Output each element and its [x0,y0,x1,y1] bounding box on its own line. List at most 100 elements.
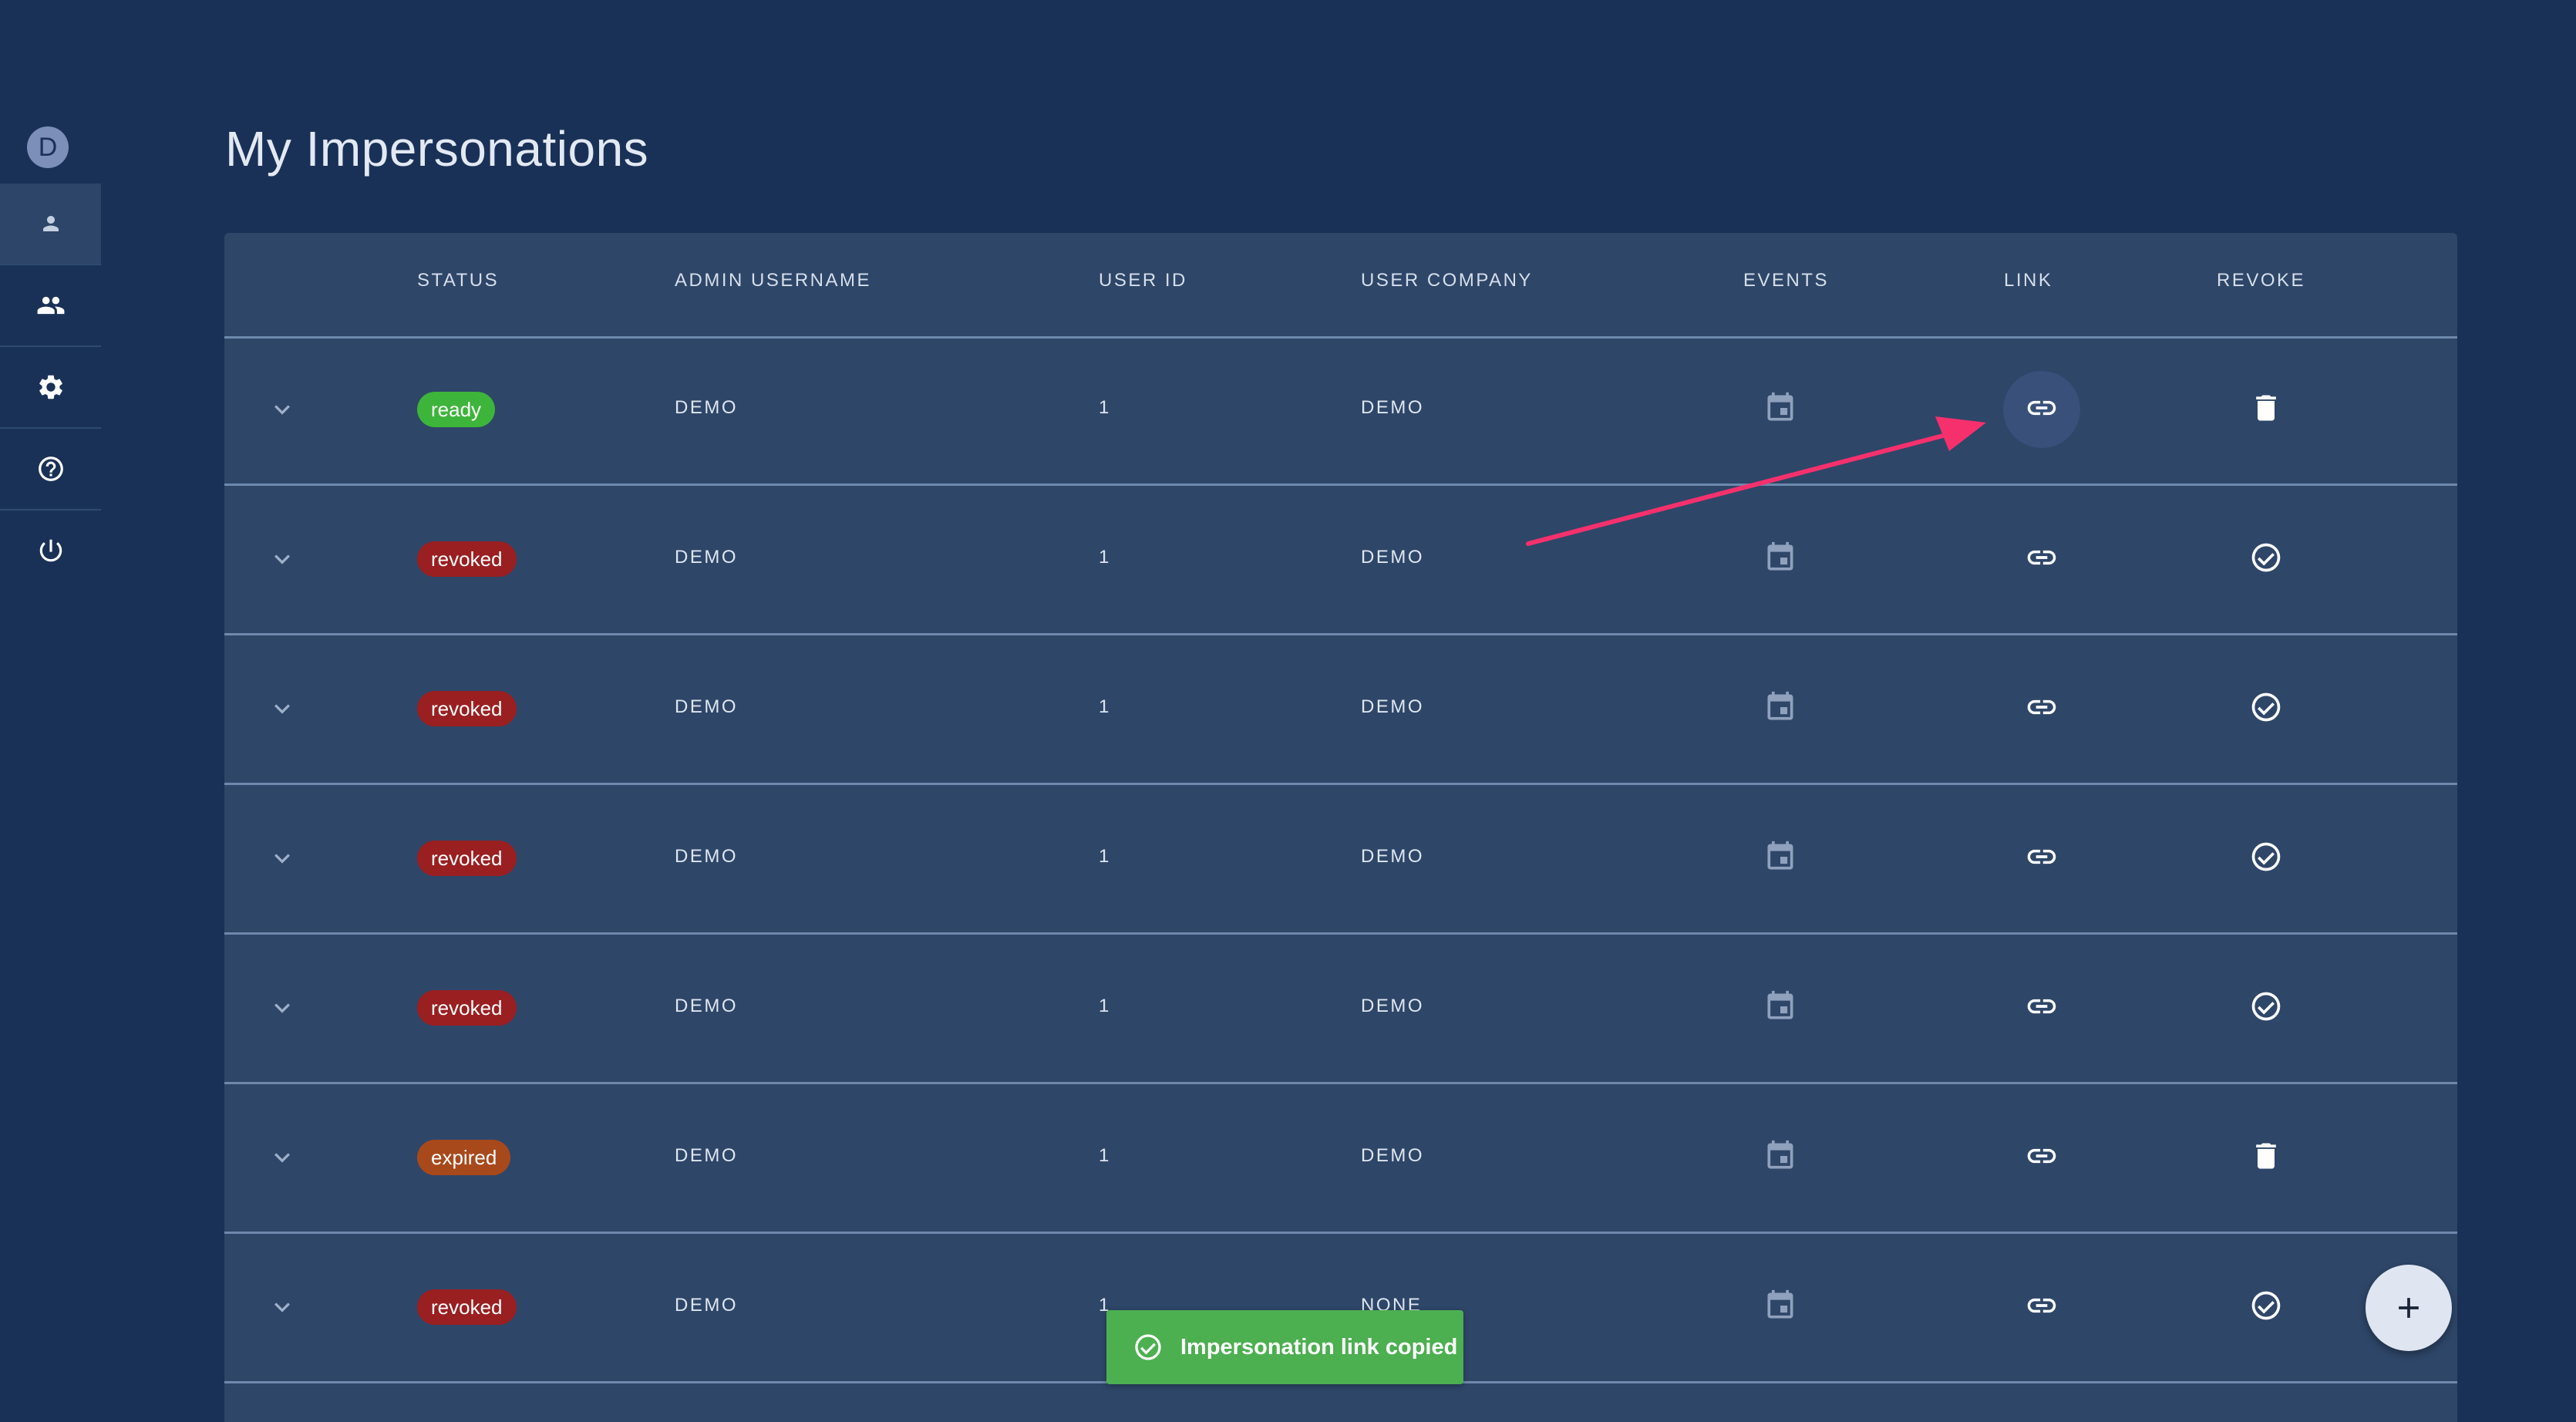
toast-message: Impersonation link copied [1180,1334,1458,1360]
revoke-button[interactable] [2244,1286,2288,1329]
copy-link-button[interactable] [2020,1286,2063,1329]
trash-icon [2249,1139,2283,1177]
events-button[interactable] [1759,388,1802,431]
admin-username-cell: DEMO [675,397,738,418]
link-icon [2025,541,2059,578]
sidebar-item-settings[interactable] [0,347,101,429]
column-header-user-company[interactable]: USER COMPANY [1361,270,1533,291]
events-button[interactable] [1759,837,1802,880]
revoke-button[interactable] [2244,537,2288,581]
column-header-status[interactable]: STATUS [417,270,499,291]
group-icon [37,296,64,315]
copy-link-button[interactable] [2020,537,2063,581]
sidebar: D [0,0,101,1422]
link-icon [2025,840,2059,878]
copy-link-button[interactable] [2020,986,2063,1029]
impersonations-table: STATUS ADMIN USERNAME USER ID USER COMPA… [224,233,2457,1422]
expand-row-chevron-icon[interactable] [267,1142,298,1173]
link-icon [2025,690,2059,728]
expand-row-chevron-icon[interactable] [267,843,298,874]
user-id-cell: 1 [1099,397,1111,418]
status-badge: ready [417,392,496,427]
revoke-button[interactable] [2244,837,2288,880]
table-row: expired DEMO 1 DEMO [224,1084,2457,1234]
admin-username-cell: DEMO [675,1295,738,1316]
copy-link-button[interactable] [2020,687,2063,730]
expand-row-chevron-icon[interactable] [267,544,298,575]
expand-row-chevron-icon[interactable] [267,1292,298,1323]
copy-link-button[interactable] [2003,371,2080,448]
table-row: revoked DEMO 1 DEMO [224,486,2457,635]
user-id-cell: 1 [1099,996,1111,1016]
power-icon [39,539,62,562]
admin-username-cell: DEMO [675,846,738,867]
table-row: ready DEMO 1 DEMO [224,336,2457,486]
avatar[interactable]: D [27,126,69,168]
user-id-cell: 1 [1099,696,1111,717]
table-row: revoked DEMO 1 DEMO [224,935,2457,1084]
status-badge: revoked [417,1289,517,1325]
check-circle-icon [2249,690,2283,728]
page-title: My Impersonations [225,121,649,177]
admin-username-cell: DEMO [675,996,738,1016]
status-badge: expired [417,1140,511,1175]
check-circle-icon [1135,1334,1161,1360]
user-company-cell: DEMO [1361,547,1424,568]
status-badge: revoked [417,990,517,1026]
expand-row-chevron-icon[interactable] [267,693,298,724]
calendar-icon [1763,840,1797,878]
user-company-cell: DEMO [1361,846,1424,867]
column-header-admin-username[interactable]: ADMIN USERNAME [675,270,871,291]
add-impersonation-button[interactable] [2366,1265,2452,1351]
link-icon [2025,1289,2059,1326]
link-icon [2025,1139,2059,1177]
add-icon [2399,1298,2419,1318]
revoke-button[interactable] [2244,388,2288,431]
column-header-events[interactable]: EVENTS [1743,270,1829,291]
link-icon [2025,989,2059,1027]
table-header: STATUS ADMIN USERNAME USER ID USER COMPA… [224,233,2457,339]
sidebar-item-help[interactable] [0,429,101,511]
help-icon [38,457,63,481]
table-row: revoked DEMO 1 DEMO [224,635,2457,785]
status-badge: revoked [417,841,517,876]
sidebar-item-users[interactable] [0,265,101,347]
revoke-button[interactable] [2244,687,2288,730]
sidebar-item-logout[interactable] [0,511,101,591]
expand-row-chevron-icon[interactable] [267,992,298,1023]
check-circle-icon [2249,1289,2283,1326]
events-button[interactable] [1759,687,1802,730]
copy-link-button[interactable] [2020,1136,2063,1179]
events-button[interactable] [1759,1136,1802,1179]
events-button[interactable] [1759,986,1802,1029]
column-header-revoke[interactable]: REVOKE [2217,270,2305,291]
user-id-cell: 1 [1099,547,1111,568]
calendar-icon [1763,690,1797,728]
table-row: revoked DEMO 1 DEMO [224,785,2457,935]
check-circle-icon [2249,541,2283,578]
column-header-user-id[interactable]: USER ID [1099,270,1187,291]
check-circle-icon [2249,840,2283,878]
revoke-button[interactable] [2244,1136,2288,1179]
expand-row-chevron-icon[interactable] [267,394,298,425]
person-icon [42,216,59,231]
calendar-icon [1763,391,1797,429]
calendar-icon [1763,1139,1797,1177]
trash-icon [2249,391,2283,429]
user-company-cell: DEMO [1361,696,1424,717]
user-company-cell: DEMO [1361,397,1424,418]
gear-icon [39,375,62,399]
sidebar-item-impersonations[interactable] [0,184,101,265]
link-icon [2025,391,2059,429]
user-id-cell: 1 [1099,1145,1111,1166]
user-id-cell: 1 [1099,846,1111,867]
events-button[interactable] [1759,537,1802,581]
admin-username-cell: DEMO [675,696,738,717]
revoke-button[interactable] [2244,986,2288,1029]
column-header-link[interactable]: LINK [2004,270,2052,291]
status-badge: revoked [417,691,517,726]
check-circle-icon [2249,989,2283,1027]
events-button[interactable] [1759,1286,1802,1329]
copy-link-button[interactable] [2020,837,2063,880]
user-company-cell: DEMO [1361,1145,1424,1166]
